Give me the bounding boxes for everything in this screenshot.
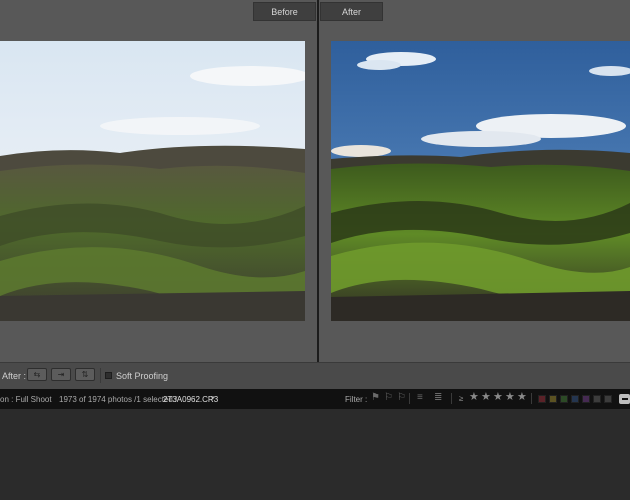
filter-lock-bar: [622, 398, 628, 400]
rating-operator[interactable]: ≥: [459, 394, 463, 403]
filter-divider: [531, 393, 532, 404]
before-after-label: After :: [2, 371, 27, 381]
edited-filter-icon[interactable]: ≡: [417, 393, 427, 403]
before-landscape-image: [0, 41, 305, 321]
flag-rejected-icon[interactable]: ⚐: [397, 393, 407, 403]
pane-divider: [317, 0, 319, 362]
swap-left-right-icon: ⇆: [33, 370, 41, 379]
chevron-down-icon[interactable]: ▾: [211, 394, 215, 402]
filmstrip-header: on : Full Shoot 1973 of 1974 photos /1 s…: [0, 389, 630, 409]
color-label-yellow[interactable]: [549, 395, 557, 403]
photo-count: 1973 of 1974 photos /1 selected /: [59, 395, 178, 404]
star-icon[interactable]: ★: [481, 392, 491, 403]
color-label-custom[interactable]: [593, 395, 601, 403]
filmstrip-thumbnails[interactable]: [0, 409, 630, 500]
soft-proofing-label[interactable]: Soft Proofing: [116, 371, 168, 381]
copy-after-to-before-button[interactable]: ⇅: [75, 368, 95, 381]
after-photo[interactable]: [331, 41, 630, 321]
star-icon[interactable]: ★: [493, 392, 503, 403]
unedited-filter-icon[interactable]: ≣: [434, 393, 444, 403]
swap-settings-icon: ⇅: [81, 370, 89, 379]
copy-before-to-after-button[interactable]: ⇥: [51, 368, 71, 381]
flag-unflagged-icon[interactable]: ⚐: [384, 393, 394, 403]
filter-divider: [409, 393, 410, 404]
compare-toolbar: After : ⇆ ⇥ ⇅ Soft Proofing: [0, 362, 630, 389]
before-label: Before: [253, 2, 316, 21]
soft-proofing-checkbox[interactable]: [105, 372, 112, 379]
toolbar-divider: [100, 368, 101, 383]
copy-settings-icon: ⇥: [57, 370, 65, 379]
star-icon[interactable]: ★: [517, 392, 527, 403]
flag-picked-icon[interactable]: ⚑: [371, 393, 381, 403]
filter-divider: [451, 393, 452, 404]
star-icon[interactable]: ★: [469, 392, 479, 403]
after-label: After: [320, 2, 383, 21]
swap-before-after-button[interactable]: ⇆: [27, 368, 47, 381]
filter-label: Filter :: [345, 395, 368, 404]
star-icon[interactable]: ★: [505, 392, 515, 403]
after-landscape-image: [331, 41, 630, 321]
filmstrip-source[interactable]: on : Full Shoot: [0, 395, 52, 404]
color-label-red[interactable]: [538, 395, 546, 403]
before-photo[interactable]: [0, 41, 305, 321]
color-label-blue[interactable]: [571, 395, 579, 403]
color-label-none[interactable]: [604, 395, 612, 403]
color-label-purple[interactable]: [582, 395, 590, 403]
selected-filename[interactable]: 2T3A0962.CR3: [163, 395, 218, 404]
color-label-green[interactable]: [560, 395, 568, 403]
